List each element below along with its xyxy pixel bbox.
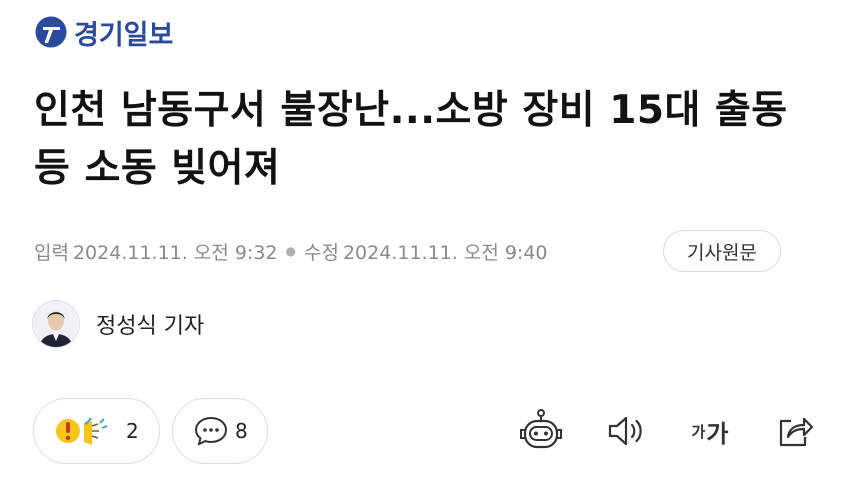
article-meta: 입력 2024.11.11. 오전 9:32 ● 수정 2024.11.11. … xyxy=(34,236,548,266)
original-article-button[interactable]: 기사원문 xyxy=(663,230,781,272)
modified-label: 수정 xyxy=(304,241,339,264)
font-size-button[interactable]: 가가 xyxy=(682,404,738,458)
reaction-count: 2 xyxy=(126,419,139,443)
ai-summary-button[interactable] xyxy=(516,404,566,458)
modified-timestamp: 2024.11.11. 오전 9:40 xyxy=(342,241,548,264)
person-icon xyxy=(33,301,79,347)
author-avatar[interactable] xyxy=(32,300,80,348)
share-icon xyxy=(779,417,814,447)
author-info[interactable]: 정성식 기자 xyxy=(32,300,204,348)
published-label: 입력 xyxy=(34,241,69,264)
font-size-large-glyph: 가 xyxy=(706,419,729,448)
reaction-button[interactable]: 2 xyxy=(33,398,160,464)
share-button[interactable] xyxy=(770,404,820,458)
published-timestamp: 2024.11.11. 오전 9:32 xyxy=(72,241,278,264)
article-headline: 인천 남동구서 불장난...소방 장비 15대 출동 등 소동 빚어져 xyxy=(34,88,788,191)
reaction-emoji-icon xyxy=(56,417,108,445)
gyeonggi-ilbo-logo-icon xyxy=(35,16,67,48)
comment-icon xyxy=(194,416,228,446)
speaker-icon xyxy=(608,416,642,446)
meta-separator: ● xyxy=(285,244,296,258)
comment-button[interactable]: 8 xyxy=(172,398,268,464)
read-aloud-button[interactable] xyxy=(602,404,648,458)
logo-text: 경기일보 xyxy=(74,19,174,51)
ai-robot-icon xyxy=(520,409,562,449)
publisher-logo[interactable]: 경기일보 xyxy=(34,12,173,52)
font-size-small-glyph: 가 xyxy=(691,422,706,441)
author-name: 정성식 기자 xyxy=(96,314,205,339)
comment-count: 8 xyxy=(235,419,248,443)
